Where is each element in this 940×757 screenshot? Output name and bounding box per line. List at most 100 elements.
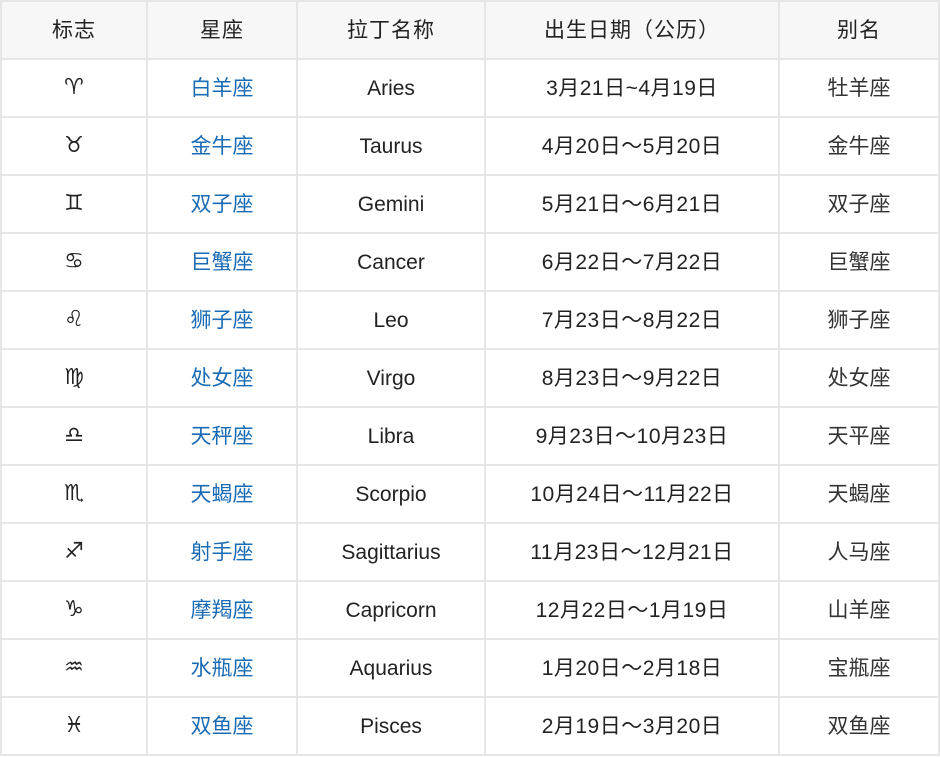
header-latin: 拉丁名称 — [296, 0, 486, 60]
aquarius-icon: ♒ — [64, 655, 84, 680]
capricorn-icon: ♑ — [64, 597, 84, 622]
latin-name: Cancer — [357, 250, 425, 274]
table-row: ♈ 白羊座 Aries 3月21日~4月19日 牡羊座 — [0, 58, 940, 118]
cell-date: 1月20日～2月18日 — [484, 638, 780, 698]
birth-date-range: 9月23日～10月23日 — [535, 424, 729, 448]
latin-name: Taurus — [359, 134, 423, 158]
pisces-icon: ♓ — [64, 713, 84, 738]
constellation-link[interactable]: 双鱼座 — [191, 715, 254, 738]
cell-date: 2月19日～3月20日 — [484, 696, 780, 756]
birth-date-range: 6月22日～7月22日 — [541, 250, 723, 274]
cell-date: 3月21日~4月19日 — [484, 58, 780, 118]
constellation-link[interactable]: 处女座 — [191, 367, 254, 390]
constellation-link[interactable]: 狮子座 — [191, 309, 254, 332]
cell-name: 金牛座 — [146, 116, 298, 176]
latin-name: Virgo — [366, 366, 416, 390]
alias-name: 天平座 — [827, 424, 891, 448]
cell-name: 狮子座 — [146, 290, 298, 350]
cell-name: 白羊座 — [146, 58, 298, 118]
cell-date: 7月23日～8月22日 — [484, 290, 780, 350]
constellation-link[interactable]: 双子座 — [191, 193, 254, 216]
cell-latin: Capricorn — [296, 580, 486, 640]
header-date: 出生日期（公历） — [484, 0, 780, 60]
cell-name: 射手座 — [146, 522, 298, 582]
constellation-link[interactable]: 摩羯座 — [191, 599, 254, 622]
latin-name: Scorpio — [355, 482, 427, 506]
cell-name: 处女座 — [146, 348, 298, 408]
table-row: ♋ 巨蟹座 Cancer 6月22日～7月22日 巨蟹座 — [0, 232, 940, 292]
cell-latin: Scorpio — [296, 464, 486, 524]
cell-date: 10月24日～11月22日 — [484, 464, 780, 524]
header-row: 标志 星座 拉丁名称 出生日期（公历） 别名 — [0, 0, 940, 60]
cell-symbol: ♋ — [0, 232, 148, 292]
table-row: ♑ 摩羯座 Capricorn 12月22日～1月19日 山羊座 — [0, 580, 940, 640]
birth-date-range: 11月23日～12月21日 — [530, 540, 734, 564]
cell-latin: Aquarius — [296, 638, 486, 698]
alias-name: 处女座 — [827, 366, 891, 390]
table-body: ♈ 白羊座 Aries 3月21日~4月19日 牡羊座 ♉ 金牛座 Taurus… — [0, 58, 940, 756]
alias-name: 双子座 — [827, 192, 891, 216]
cell-symbol: ♒ — [0, 638, 148, 698]
cell-name: 水瓶座 — [146, 638, 298, 698]
constellation-link[interactable]: 射手座 — [191, 541, 254, 564]
constellation-link[interactable]: 水瓶座 — [191, 657, 254, 680]
cell-name: 摩羯座 — [146, 580, 298, 640]
constellation-link[interactable]: 巨蟹座 — [191, 251, 254, 274]
table-row: ♍ 处女座 Virgo 8月23日～9月22日 处女座 — [0, 348, 940, 408]
gemini-icon: ♊ — [64, 191, 84, 216]
cell-alias: 金牛座 — [778, 116, 940, 176]
taurus-icon: ♉ — [64, 133, 84, 158]
latin-name: Aries — [367, 76, 415, 100]
birth-date-range: 8月23日～9月22日 — [541, 366, 723, 390]
cell-alias: 狮子座 — [778, 290, 940, 350]
latin-name: Gemini — [357, 192, 425, 216]
alias-name: 宝瓶座 — [827, 656, 891, 680]
birth-date-range: 10月24日～11月22日 — [530, 482, 734, 506]
cell-latin: Virgo — [296, 348, 486, 408]
table-row: ♐ 射手座 Sagittarius 11月23日～12月21日 人马座 — [0, 522, 940, 582]
cell-latin: Aries — [296, 58, 486, 118]
cell-symbol: ♊ — [0, 174, 148, 234]
birth-date-range: 7月23日～8月22日 — [541, 308, 723, 332]
table-row: ♏ 天蝎座 Scorpio 10月24日～11月22日 天蝎座 — [0, 464, 940, 524]
cell-name: 双鱼座 — [146, 696, 298, 756]
cell-symbol: ♉ — [0, 116, 148, 176]
constellation-link[interactable]: 天蝎座 — [191, 483, 254, 506]
cell-latin: Gemini — [296, 174, 486, 234]
table-row: ♎ 天秤座 Libra 9月23日～10月23日 天平座 — [0, 406, 940, 466]
cell-date: 12月22日～1月19日 — [484, 580, 780, 640]
cell-symbol: ♓ — [0, 696, 148, 756]
birth-date-range: 1月20日～2月18日 — [541, 656, 723, 680]
latin-name: Sagittarius — [341, 540, 441, 564]
constellation-link[interactable]: 天秤座 — [191, 425, 254, 448]
scorpio-icon: ♏ — [64, 481, 84, 506]
cell-alias: 巨蟹座 — [778, 232, 940, 292]
cell-symbol: ♍ — [0, 348, 148, 408]
alias-name: 牡羊座 — [827, 76, 891, 100]
cell-symbol: ♑ — [0, 580, 148, 640]
cell-name: 巨蟹座 — [146, 232, 298, 292]
constellation-link[interactable]: 金牛座 — [191, 135, 254, 158]
table-row: ♊ 双子座 Gemini 5月21日～6月21日 双子座 — [0, 174, 940, 234]
cell-date: 4月20日～5月20日 — [484, 116, 780, 176]
cell-symbol: ♏ — [0, 464, 148, 524]
cell-date: 6月22日～7月22日 — [484, 232, 780, 292]
virgo-icon: ♍ — [64, 365, 84, 390]
cell-name: 天蝎座 — [146, 464, 298, 524]
cell-symbol: ♎ — [0, 406, 148, 466]
cell-latin: Taurus — [296, 116, 486, 176]
cell-date: 9月23日～10月23日 — [484, 406, 780, 466]
constellation-link[interactable]: 白羊座 — [191, 77, 254, 100]
latin-name: Pisces — [360, 714, 422, 738]
sagittarius-icon: ♐ — [64, 539, 84, 564]
alias-name: 狮子座 — [827, 308, 891, 332]
cell-alias: 牡羊座 — [778, 58, 940, 118]
table-row: ♒ 水瓶座 Aquarius 1月20日～2月18日 宝瓶座 — [0, 638, 940, 698]
cell-date: 8月23日～9月22日 — [484, 348, 780, 408]
cell-alias: 天平座 — [778, 406, 940, 466]
alias-name: 天蝎座 — [827, 482, 891, 506]
alias-name: 人马座 — [827, 540, 891, 564]
cell-alias: 宝瓶座 — [778, 638, 940, 698]
cell-alias: 处女座 — [778, 348, 940, 408]
zodiac-table: 标志 星座 拉丁名称 出生日期（公历） 别名 ♈ 白羊座 Aries 3月21日… — [0, 0, 940, 756]
